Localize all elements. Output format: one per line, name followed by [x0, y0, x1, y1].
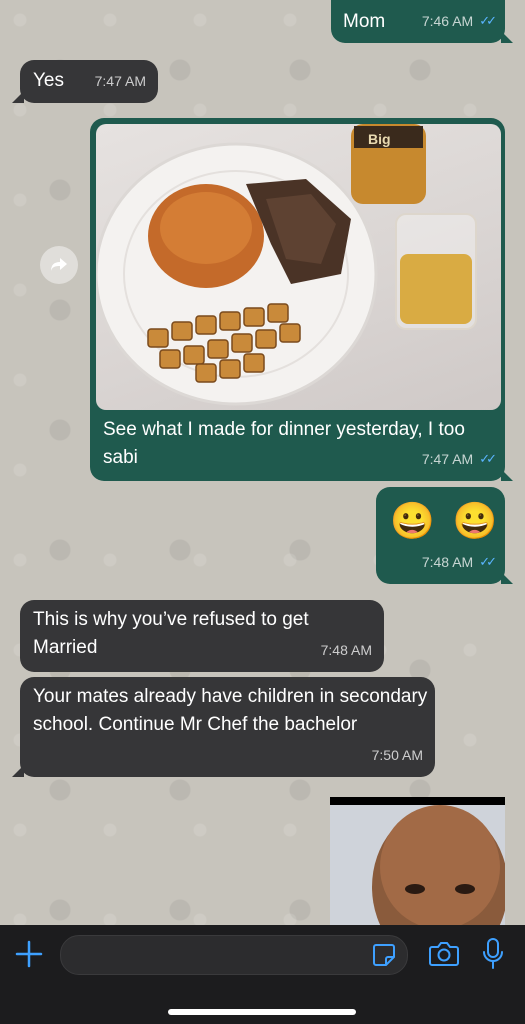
message-emojis: 😀 😀 [390, 500, 502, 541]
message-time: 7:47 AM [94, 73, 146, 89]
forward-icon [51, 258, 67, 271]
microphone-button[interactable] [480, 937, 506, 971]
message-incoming[interactable]: This is why you’ve refused to get Marrie… [20, 600, 384, 672]
food-photo[interactable]: Big [96, 124, 501, 410]
forward-button[interactable] [40, 246, 78, 284]
message-text: Yes [33, 70, 64, 91]
message-text: Your mates already have children in seco… [33, 686, 428, 735]
message-input[interactable] [60, 935, 408, 975]
incoming-photo-partial[interactable] [330, 797, 505, 925]
sticker-button[interactable] [371, 942, 397, 968]
microphone-icon [483, 938, 503, 969]
message-time: 7:48 AM [320, 642, 372, 658]
message-emoji-outgoing[interactable]: 😀 😀 7:48 AM ✓✓ [376, 487, 513, 584]
camera-button[interactable] [428, 939, 460, 969]
plus-icon [15, 940, 43, 968]
home-indicator [168, 1009, 356, 1015]
message-time: 7:47 AM ✓✓ [422, 445, 497, 473]
message-incoming[interactable]: Your mates already have children in seco… [12, 677, 435, 777]
read-ticks-icon: ✓✓ [479, 451, 497, 466]
sticker-icon [373, 944, 395, 966]
read-ticks-icon: ✓✓ [479, 13, 497, 28]
message-time: 7:50 AM [371, 747, 423, 763]
camera-icon [429, 942, 459, 966]
read-ticks-icon: ✓✓ [479, 554, 497, 569]
bottle-label: Big [368, 131, 391, 147]
food-photo-illustration: Big [96, 124, 477, 406]
composer-bar [0, 925, 525, 1024]
message-text: Mom [343, 11, 386, 32]
message-outgoing[interactable]: Mom 7:46 AM ✓✓ [331, 0, 513, 43]
message-text: This is why you’ve refused to get Marrie… [33, 609, 309, 658]
message-time: 7:48 AM ✓✓ [422, 548, 497, 576]
message-incoming[interactable]: Yes 7:47 AM [12, 60, 158, 103]
person-photo [330, 805, 505, 925]
message-time: 7:46 AM ✓✓ [422, 7, 497, 35]
attach-button[interactable] [14, 939, 44, 969]
